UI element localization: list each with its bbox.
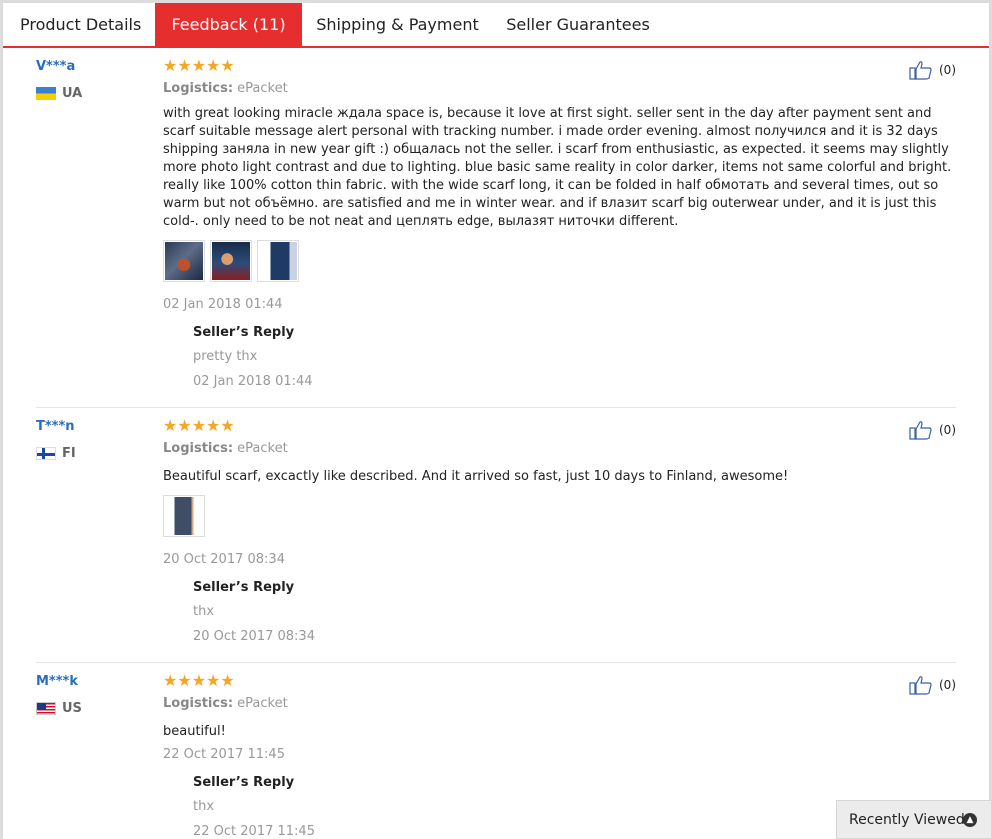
review-text: Beautiful scarf, excactly like described… [163, 469, 789, 484]
reviewer-country: US [36, 700, 82, 716]
thumbs-up-icon [909, 421, 932, 440]
review-photos [163, 240, 299, 282]
recently-viewed-button[interactable]: Recently Viewed ▲ [836, 800, 992, 839]
review-date: 02 Jan 2018 01:44 [163, 297, 283, 312]
star-rating: ★★★★★ [163, 56, 235, 75]
tab-seller-guarantees[interactable]: Seller Guarantees [493, 3, 663, 46]
review-item: V***a UA ★★★★★ Logistics: ePacket with g… [3, 48, 989, 408]
logistics-label: Logistics: [163, 696, 234, 711]
flag-us-icon [36, 701, 56, 715]
flag-ua-icon [36, 86, 56, 100]
thumbs-up-icon [909, 61, 932, 80]
helpful-count: (0) [939, 678, 956, 692]
country-code: FI [62, 445, 76, 461]
reviewer-country: UA [36, 85, 82, 101]
review-date: 20 Oct 2017 08:34 [163, 552, 285, 567]
logistics-info: Logistics: ePacket [163, 696, 288, 711]
logistics-label: Logistics: [163, 441, 234, 456]
seller-reply-title: Seller’s Reply [193, 775, 295, 790]
seller-reply-text: thx [193, 799, 215, 814]
recently-viewed-label: Recently Viewed [849, 811, 965, 828]
reviewer-name[interactable]: V***a [36, 59, 75, 74]
logistics-value: ePacket [237, 81, 288, 96]
review-date: 22 Oct 2017 11:45 [163, 747, 285, 762]
logistics-info: Logistics: ePacket [163, 441, 288, 456]
seller-reply-text: thx [193, 604, 215, 619]
review-photo-thumbnail[interactable] [163, 240, 205, 282]
review-photos [163, 495, 205, 537]
country-code: US [62, 700, 82, 716]
logistics-info: Logistics: ePacket [163, 81, 288, 96]
helpful-button[interactable]: (0) [909, 675, 956, 695]
flag-fi-icon [36, 446, 56, 460]
reviewer-country: FI [36, 445, 76, 461]
chevron-up-circle-icon: ▲ [963, 813, 977, 827]
reviewer-name[interactable]: M***k [36, 674, 78, 689]
helpful-button[interactable]: (0) [909, 420, 956, 440]
logistics-label: Logistics: [163, 81, 234, 96]
review-photo-thumbnail[interactable] [163, 495, 205, 537]
review-text: beautiful! [163, 724, 226, 739]
helpful-button[interactable]: (0) [909, 60, 956, 80]
tab-shipping-payment[interactable]: Shipping & Payment [302, 3, 493, 46]
country-code: UA [62, 85, 83, 101]
logistics-value: ePacket [237, 441, 288, 456]
logistics-value: ePacket [237, 696, 288, 711]
star-rating: ★★★★★ [163, 671, 235, 690]
seller-reply-date: 22 Oct 2017 11:45 [193, 824, 315, 839]
reviewer-name[interactable]: T***n [36, 419, 75, 434]
seller-reply-title: Seller’s Reply [193, 580, 295, 595]
tab-feedback[interactable]: Feedback (11) [155, 3, 302, 46]
review-item: T***n FI ★★★★★ Logistics: ePacket Beauti… [3, 408, 989, 663]
star-rating: ★★★★★ [163, 416, 235, 435]
seller-reply-date: 20 Oct 2017 08:34 [193, 629, 315, 644]
helpful-count: (0) [939, 63, 956, 77]
seller-reply-title: Seller’s Reply [193, 325, 295, 340]
seller-reply-date: 02 Jan 2018 01:44 [193, 374, 313, 389]
review-photo-thumbnail[interactable] [210, 240, 252, 282]
tab-bar: Product Details Feedback (11) Shipping &… [3, 3, 989, 48]
seller-reply-text: pretty thx [193, 349, 258, 364]
review-text: with great looking miracle ждала space i… [163, 106, 952, 229]
thumbs-up-icon [909, 676, 932, 695]
feedback-panel: Product Details Feedback (11) Shipping &… [0, 0, 992, 839]
tab-product-details[interactable]: Product Details [3, 3, 155, 46]
helpful-count: (0) [939, 423, 956, 437]
review-photo-thumbnail[interactable] [257, 240, 299, 282]
